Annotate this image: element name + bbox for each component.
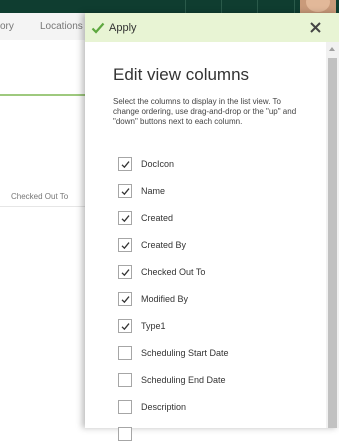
column-checkbox-item[interactable]: Created [118,209,173,227]
nav-link-fragment[interactable]: ory [0,21,14,32]
scrollbar[interactable] [326,42,339,428]
column-label: Checked Out To [141,267,206,277]
scrollbar-thumb[interactable] [328,58,337,428]
column-checkbox-item[interactable]: Checked Out To [118,263,205,281]
avatar-face [306,0,330,12]
column-checkbox-item[interactable]: Name [118,182,165,200]
column-label: Modified By [141,294,189,304]
background-top-nav: ory Locations [0,13,85,40]
header-divider [221,0,222,13]
column-label: Description [141,402,187,412]
checkbox-checked[interactable] [118,184,132,198]
column-label: DocIcon [141,159,175,169]
checkmark-icon [121,295,130,303]
checkmark-icon [121,160,130,168]
checkmark-icon [121,187,130,195]
background-accent-line [0,94,85,96]
column-label: Created [141,213,174,223]
checkbox-checked[interactable] [118,319,132,333]
column-checkbox-item[interactable]: Scheduling Start Date [118,344,229,362]
checkmark-icon [121,214,130,222]
column-label: Created By [141,240,187,250]
checkmark-icon [121,268,130,276]
scroll-up-icon[interactable] [329,47,335,51]
checkbox-unchecked[interactable] [118,400,132,414]
column-label: Name [141,186,166,196]
apply-button-label: Apply [109,22,137,34]
nav-link-locations[interactable]: Locations [40,21,83,32]
checkmark-icon [91,22,105,34]
column-checkbox-item[interactable]: Created By [118,236,186,254]
panel-command-bar: Apply [85,13,339,42]
checkbox-unchecked[interactable] [118,373,132,387]
checkbox-unchecked[interactable] [118,346,132,360]
suite-header [0,0,339,13]
header-divider [185,0,186,13]
apply-button[interactable]: Apply [91,20,137,36]
edit-view-columns-panel: Apply Edit view columns Select the colum… [85,13,339,441]
panel-title: Edit view columns [113,65,250,84]
checkbox-checked[interactable] [118,238,132,252]
column-label: Type1 [141,321,166,331]
column-checkbox-item[interactable]: DocIcon [118,155,174,173]
checkbox-checked[interactable] [118,211,132,225]
column-checkbox-item[interactable]: Type1 [118,317,166,335]
checkbox-checked[interactable] [118,265,132,279]
column-label: Scheduling End Date [141,375,226,385]
header-divider [294,0,295,13]
checkbox-checked[interactable] [118,157,132,171]
checkbox-checked[interactable] [118,292,132,306]
column-checkbox-item[interactable]: Modified By [118,290,188,308]
checkmark-icon [121,322,130,330]
user-avatar[interactable] [300,0,336,13]
column-header-checked-out-to[interactable]: Checked Out To [11,192,68,201]
panel-description: Select the columns to display in the lis… [113,97,297,126]
column-checkbox-item[interactable]: Description [118,398,186,416]
checkbox-unchecked[interactable] [118,427,132,441]
close-icon[interactable] [309,21,322,34]
list-header-divider [0,206,85,207]
column-checkbox-item[interactable]: Scheduling End Date [118,371,226,389]
column-label: Scheduling Start Date [141,348,229,358]
checkmark-icon [121,241,130,249]
header-divider [257,0,258,13]
